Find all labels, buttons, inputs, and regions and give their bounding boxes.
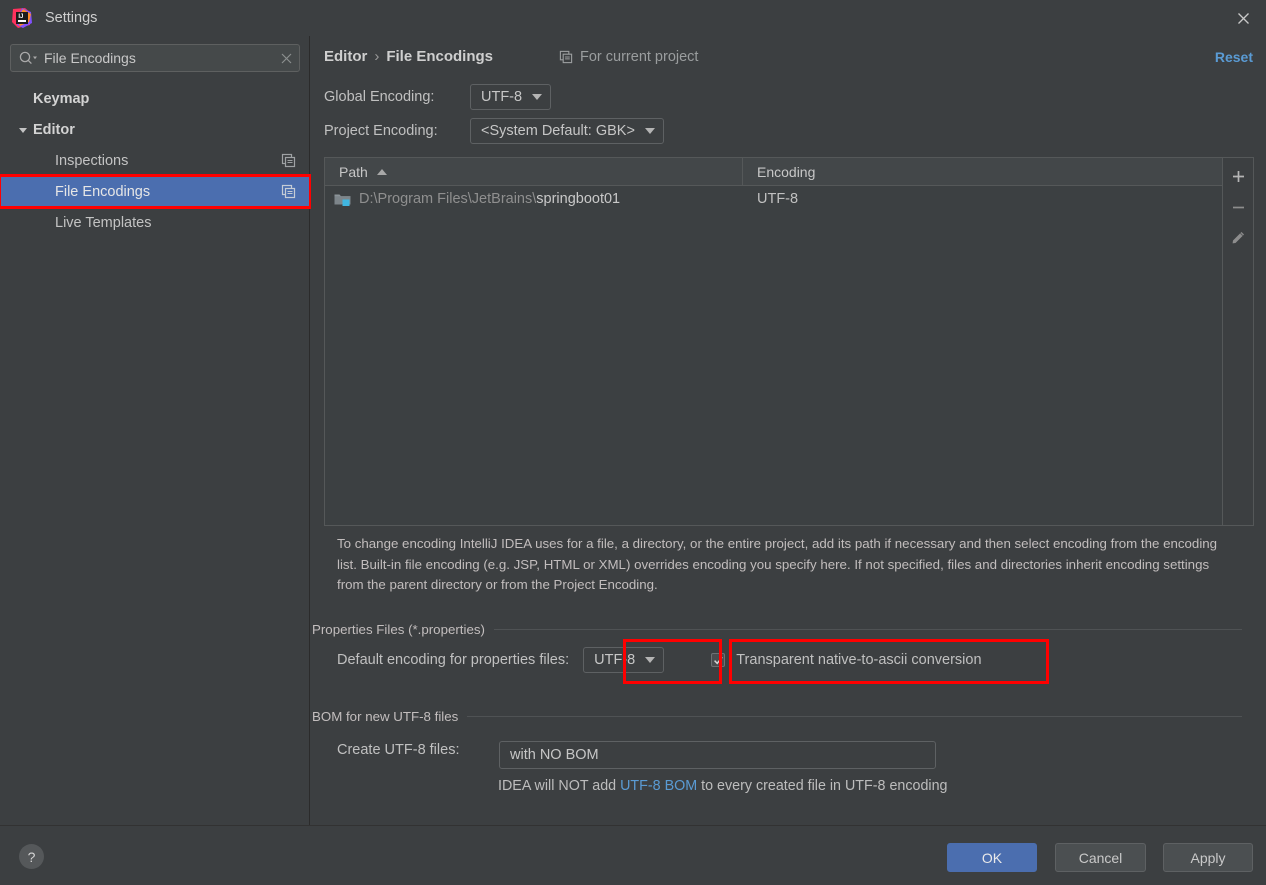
- project-scope-icon: [281, 153, 296, 168]
- table-cell-encoding[interactable]: UTF-8: [743, 191, 1222, 207]
- settings-dialog: IJ Settings File Encodings Keymap Editor…: [0, 0, 1266, 885]
- bom-section-header: BOM for new UTF-8 files: [312, 709, 1242, 724]
- intellij-idea-logo-icon: IJ: [11, 7, 33, 29]
- project-encoding-label: Project Encoding:: [324, 123, 438, 139]
- remove-entry-button[interactable]: [1224, 193, 1252, 221]
- sidebar-item-live-templates[interactable]: Live Templates: [0, 207, 310, 238]
- global-encoding-dropdown[interactable]: UTF-8: [470, 84, 552, 110]
- column-header-path-label: Path: [339, 163, 368, 180]
- global-encoding-row: Global Encoding: UTF-8: [324, 84, 552, 110]
- encodings-description: To change encoding IntelliJ IDEA uses fo…: [337, 536, 1218, 592]
- project-encoding-value: <System Default: GBK>: [481, 123, 635, 139]
- project-scope-icon: [559, 50, 573, 64]
- sidebar-item-file-encodings[interactable]: File Encodings: [0, 174, 312, 209]
- help-button[interactable]: ?: [19, 844, 44, 869]
- sidebar-item-label: Editor: [33, 121, 75, 138]
- create-utf8-files-value: with NO BOM: [510, 747, 599, 763]
- chevron-down-icon: [532, 94, 543, 100]
- breadcrumb-separator: ›: [374, 48, 380, 65]
- section-divider: [493, 629, 1242, 630]
- global-encoding-value: UTF-8: [481, 89, 523, 105]
- window-title: Settings: [45, 10, 98, 26]
- for-current-project-text: For current project: [580, 49, 699, 65]
- encodings-table-body-area: Path Encoding D:\Program Files\JetBrains…: [325, 158, 1222, 525]
- create-utf8-files-dropdown[interactable]: with NO BOM: [499, 741, 936, 769]
- apply-button[interactable]: Apply: [1163, 843, 1253, 872]
- reset-link[interactable]: Reset: [1215, 49, 1253, 65]
- close-icon[interactable]: [1220, 0, 1266, 36]
- global-encoding-label: Global Encoding:: [324, 89, 435, 105]
- sidebar-item-label: File Encodings: [55, 183, 151, 200]
- chevron-down-icon: [644, 128, 655, 134]
- table-cell-path-name: springboot01: [536, 191, 621, 207]
- clear-icon[interactable]: [273, 45, 299, 71]
- column-header-encoding-label: Encoding: [757, 163, 816, 180]
- native-to-ascii-checkbox[interactable]: [711, 653, 726, 667]
- table-rows: D:\Program Files\JetBrains\springboot01 …: [325, 186, 1222, 525]
- svg-text:IJ: IJ: [18, 14, 23, 20]
- module-folder-icon: [334, 192, 351, 207]
- encodings-table: Path Encoding D:\Program Files\JetBrains…: [324, 157, 1254, 526]
- search-input[interactable]: [38, 50, 273, 66]
- sidebar-item-keymap[interactable]: Keymap: [0, 83, 310, 114]
- sidebar-item-label: Inspections: [55, 152, 129, 169]
- cancel-button[interactable]: Cancel: [1055, 843, 1146, 872]
- section-divider: [467, 716, 1242, 717]
- settings-main-panel: Editor › File Encodings For current projec…: [311, 36, 1266, 825]
- bom-hint-link[interactable]: UTF-8 BOM: [620, 778, 697, 794]
- table-toolbar: [1222, 158, 1253, 525]
- create-utf8-files-label: Create UTF-8 files:: [337, 742, 460, 758]
- sidebar-item-label: Live Templates: [55, 214, 152, 231]
- for-current-project-label: For current project: [559, 49, 698, 65]
- project-encoding-row: Project Encoding: <System Default: GBK>: [324, 118, 664, 144]
- default-properties-encoding-row: Default encoding for properties files: U…: [337, 647, 982, 673]
- properties-files-section-header: Properties Files (*.properties): [312, 622, 1242, 637]
- search-icon: [18, 50, 38, 66]
- title-bar: IJ Settings: [0, 0, 1266, 36]
- create-utf8-files-row: Create UTF-8 files:: [337, 742, 459, 758]
- default-properties-encoding-value: UTF-8: [594, 652, 636, 668]
- dialog-footer: ? OK Cancel Apply: [0, 825, 1266, 885]
- sidebar-item-label: Keymap: [33, 90, 90, 107]
- breadcrumb: Editor › File Encodings: [324, 48, 493, 65]
- bom-section-title: BOM for new UTF-8 files: [312, 709, 459, 724]
- default-properties-encoding-dropdown[interactable]: UTF-8: [583, 647, 665, 673]
- page-title: File Encodings: [386, 48, 494, 65]
- chevron-down-icon: [645, 657, 656, 663]
- native-to-ascii-checkbox-row[interactable]: Transparent native-to-ascii conversion: [711, 652, 982, 668]
- ok-button[interactable]: OK: [947, 843, 1037, 872]
- chevron-down-icon[interactable]: [17, 124, 29, 136]
- settings-tree: Keymap Editor Inspections File Encodings…: [0, 83, 312, 238]
- add-entry-button[interactable]: [1224, 162, 1252, 190]
- bom-hint-before: IDEA will NOT add: [498, 778, 621, 794]
- table-cell-path-prefix: D:\Program Files\JetBrains\: [359, 191, 537, 207]
- bom-hint-after: to every created file in UTF-8 encoding: [697, 778, 948, 794]
- sidebar-item-editor[interactable]: Editor: [0, 114, 310, 145]
- breadcrumb-parent[interactable]: Editor: [324, 48, 367, 65]
- project-scope-icon: [281, 184, 296, 199]
- table-row[interactable]: D:\Program Files\JetBrains\springboot01 …: [325, 186, 1222, 212]
- column-header-encoding[interactable]: Encoding: [743, 158, 1222, 185]
- native-to-ascii-label: Transparent native-to-ascii conversion: [736, 652, 982, 668]
- search-settings-box[interactable]: [10, 44, 300, 72]
- table-cell-path: D:\Program Files\JetBrains\springboot01: [325, 191, 743, 207]
- project-encoding-dropdown[interactable]: <System Default: GBK>: [470, 118, 664, 144]
- bom-hint: IDEA will NOT add UTF-8 BOM to every cre…: [498, 778, 947, 794]
- settings-sidebar: Keymap Editor Inspections: [0, 36, 312, 825]
- sort-ascending-icon: [376, 168, 387, 175]
- default-properties-encoding-label: Default encoding for properties files:: [337, 652, 570, 668]
- column-header-path[interactable]: Path: [325, 158, 743, 185]
- sidebar-item-inspections[interactable]: Inspections: [0, 145, 310, 176]
- table-header: Path Encoding: [325, 158, 1222, 186]
- edit-entry-button[interactable]: [1224, 224, 1252, 252]
- properties-files-section-title: Properties Files (*.properties): [312, 622, 485, 637]
